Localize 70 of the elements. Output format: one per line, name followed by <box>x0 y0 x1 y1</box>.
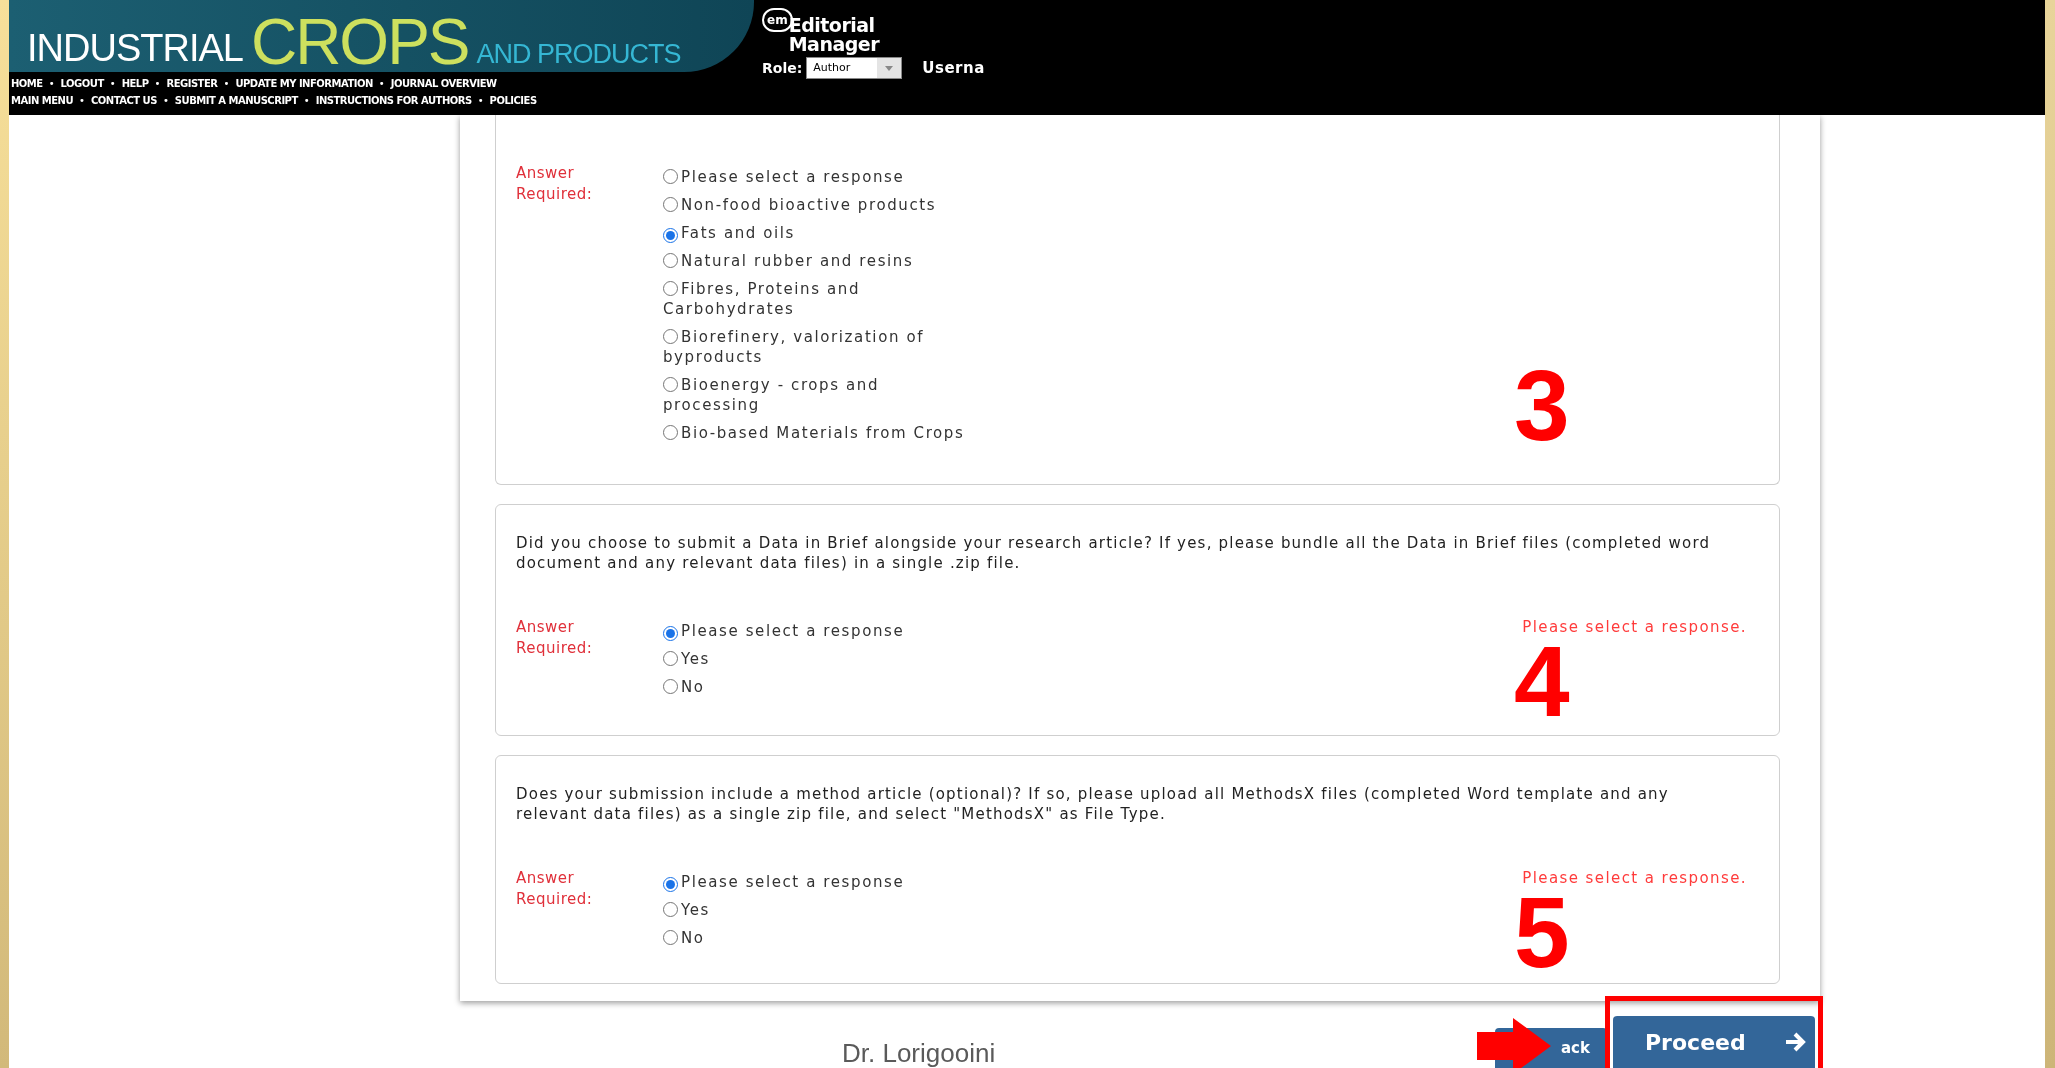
radio-button[interactable] <box>663 329 678 344</box>
radio-button[interactable] <box>663 169 678 184</box>
radio-option[interactable]: Yes <box>663 645 981 673</box>
radio-option[interactable]: Non-food bioactive products <box>663 191 981 219</box>
dropdown-icon <box>877 58 902 79</box>
radio-option[interactable]: Fats and oils <box>663 219 981 247</box>
radio-option[interactable]: No <box>663 673 981 701</box>
nav-link[interactable]: POLICIES <box>489 93 537 108</box>
radio-button[interactable] <box>663 281 678 296</box>
step-number: 4 <box>1514 643 1570 719</box>
nav-separator: • <box>477 94 484 108</box>
radio-button[interactable] <box>663 902 678 917</box>
nav-separator: • <box>162 94 169 108</box>
slide-footer: Dr. Lorigooini <box>842 1038 996 1068</box>
nav-separator: • <box>79 94 85 108</box>
radio-option[interactable]: Please select a response <box>663 163 981 191</box>
radio-option[interactable]: Please select a response <box>663 617 981 645</box>
nav-link[interactable]: UPDATE MY INFORMATION <box>235 76 373 91</box>
radio-button[interactable] <box>663 679 678 694</box>
radio-button[interactable] <box>663 930 678 945</box>
nav-link[interactable]: MAIN MENU <box>11 93 74 108</box>
role-select[interactable]: Author <box>806 57 903 80</box>
question-text: Does your submission include a method article (optional)? If so, please upload all MethodsX files (completed Word template and any relevant data files) as a single zip file, and select "MethodsX" as File Type. <box>516 784 1670 824</box>
logo-word: CROPS <box>250 10 469 74</box>
step-number: 5 <box>1514 894 1570 970</box>
radio-button[interactable] <box>663 197 678 212</box>
role-label: Role: <box>762 58 803 78</box>
error-message: Please select a response. <box>1522 617 1747 637</box>
radio-option[interactable]: Bioenergy - crops and processing <box>663 371 981 419</box>
answer-required-label: Answer Required: <box>516 617 594 659</box>
arrow-right-icon <box>1783 1031 1806 1053</box>
nav-link[interactable]: REGISTER <box>166 76 218 91</box>
radio-button[interactable] <box>663 228 678 243</box>
answer-required-label: Answer Required: <box>516 868 594 910</box>
journal-banner[interactable]: INDUSTRIAL CROPS AND PRODUCTS <box>9 0 754 72</box>
question-text: Did you choose to submit a Data in Brief alongside your research article? If yes, please bundle all the Data in Brief files (completed word document and any relevant data files) in a single .zip file. <box>516 533 1712 573</box>
radio-option[interactable]: Please select a response <box>663 868 981 896</box>
username-label: Userna <box>922 58 985 79</box>
radio-option[interactable]: Bio-based Materials from Crops <box>663 419 981 447</box>
radio-option[interactable]: Fibres, Proteins and Carbohydrates <box>663 275 981 323</box>
nav-separator: • <box>378 77 385 91</box>
nav-link[interactable]: HELP <box>121 76 149 91</box>
nav-link[interactable]: JOURNAL OVERVIEW <box>390 76 497 91</box>
radio-button[interactable] <box>663 425 678 440</box>
radio-option[interactable]: Yes <box>663 896 981 924</box>
radio-button[interactable] <box>663 651 678 666</box>
nav-link[interactable]: LOGOUT <box>60 76 104 91</box>
pointer-arrow-icon <box>1477 1018 1553 1068</box>
radio-button[interactable] <box>663 253 678 268</box>
radio-button[interactable] <box>663 377 678 392</box>
radio-button[interactable] <box>663 626 678 641</box>
radio-option[interactable]: Natural rubber and resins <box>663 247 981 275</box>
nav-separator: • <box>303 94 310 108</box>
radio-option[interactable]: No <box>663 924 981 952</box>
radio-button[interactable] <box>663 877 678 892</box>
proceed-button[interactable]: Proceed <box>1613 1016 1815 1068</box>
error-message: Please select a response. <box>1522 868 1747 888</box>
nav-separator: • <box>223 77 230 91</box>
logo-word: AND PRODUCTS <box>476 41 681 68</box>
nav-link[interactable]: SUBMIT A MANUSCRIPT <box>174 93 298 108</box>
nav-separator: • <box>48 77 55 91</box>
logo-word: INDUSTRIAL <box>27 29 243 67</box>
nav-separator: • <box>109 77 116 91</box>
radio-option[interactable]: Biorefinery, valorization of byproducts <box>663 323 981 371</box>
step-number: 3 <box>1514 367 1570 443</box>
answer-required-label: Answer Required: <box>516 163 594 205</box>
nav-link[interactable]: HOME <box>11 76 43 91</box>
nav-link[interactable]: CONTACT US <box>90 93 157 108</box>
nav-separator: • <box>154 77 161 91</box>
nav-link[interactable]: INSTRUCTIONS FOR AUTHORS <box>315 93 472 108</box>
